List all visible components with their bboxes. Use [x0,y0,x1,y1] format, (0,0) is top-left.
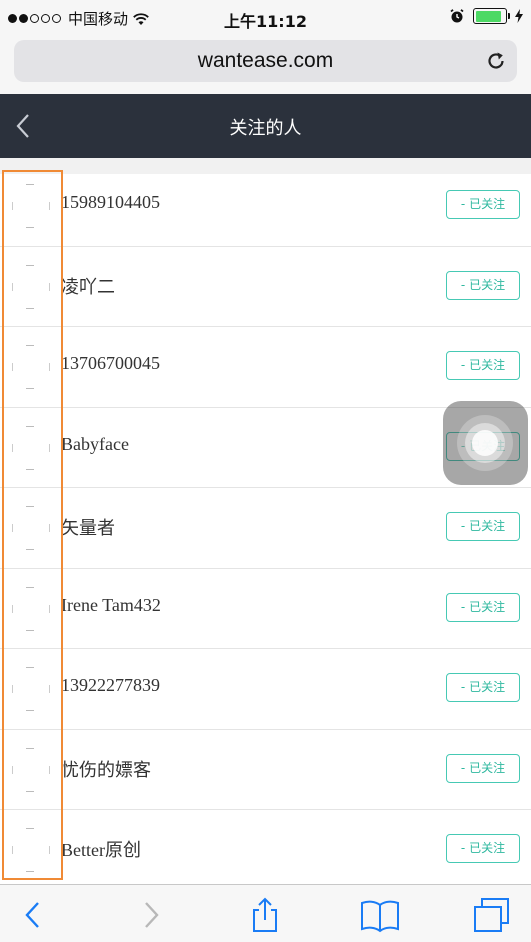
user-name[interactable]: Babyface [61,434,129,455]
list-item[interactable]: 凌吖二 - 已关注 [0,247,531,327]
followed-button[interactable]: - 已关注 [446,190,520,219]
avatar[interactable] [12,583,50,635]
avatar[interactable] [12,663,50,715]
follow-list: 15989104405- 已关注 凌吖二 - 已关注 13706700045- 已关注… [0,166,531,891]
assistive-touch-button[interactable] [443,401,528,485]
address-bar[interactable]: wantease.com [14,40,517,82]
browser-toolbar [0,884,531,942]
user-name[interactable]: 13706700045 [61,353,160,374]
avatar[interactable] [12,261,50,313]
list-item[interactable]: 矢量者 - 已关注 [0,488,531,569]
list-item[interactable]: 忧伤的嫖客 - 已关注 [0,730,531,810]
status-bar: 中国移动 上午11:12 [0,0,531,38]
user-name[interactable]: 凌吖二 [61,273,115,299]
list-item[interactable]: Irene Tam432 - 已关注 [0,569,531,649]
list-item[interactable]: 13706700045 - 已关注 [0,327,531,408]
followed-button[interactable]: - 已关注 [446,673,520,702]
charging-bolt-icon [515,9,523,23]
followed-button[interactable]: - 已关注 [446,753,520,783]
followed-button[interactable]: - 已关注 [446,592,520,622]
browser-address-area: wantease.com [0,38,531,94]
chevron-right-icon[interactable] [132,897,168,933]
followed-button[interactable]: - 已关注 [446,270,520,300]
tabs-icon[interactable] [472,897,512,933]
list-item[interactable]: Better原创 - 已关注 [0,810,531,891]
avatar[interactable] [12,422,50,474]
nav-header: 关注的人 [0,94,531,158]
chevron-left-icon[interactable] [16,897,52,933]
followed-button[interactable]: - 已关注 [446,512,520,541]
avatar[interactable] [12,744,50,796]
share-icon[interactable] [247,897,283,933]
status-right [449,8,523,24]
avatar[interactable] [12,824,50,876]
page-title: 关注的人 [229,118,302,139]
list-item[interactable]: 13922277839 - 已关注 [0,649,531,730]
followed-button[interactable]: - 已关注 [446,351,520,380]
reload-icon[interactable] [485,50,507,72]
book-icon[interactable] [360,897,400,933]
alarm-icon [450,9,464,23]
user-name[interactable]: Better原创 [61,836,141,862]
avatar[interactable] [12,341,50,393]
url-text[interactable]: wantease.com [14,49,517,73]
user-name[interactable]: 15989104405 [61,192,160,213]
avatar[interactable] [12,180,50,232]
avatar[interactable] [12,502,50,554]
user-name[interactable]: Irene Tam432 [61,595,161,616]
user-name[interactable]: 忧伤的嫖客 [61,756,151,782]
list-item[interactable]: 15989104405 - 已关注 [0,166,531,247]
battery-icon [473,8,510,24]
user-name[interactable]: 13922277839 [61,675,160,696]
user-name[interactable]: 矢量者 [61,514,115,540]
battery-fill [475,10,502,22]
followed-button[interactable]: - 已关注 [446,834,520,863]
